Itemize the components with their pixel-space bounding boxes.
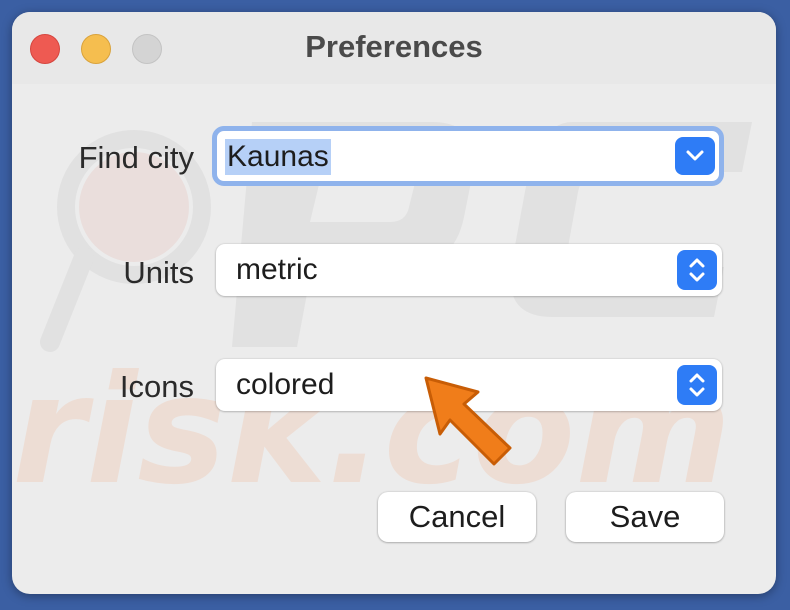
find-city-value[interactable]: Kaunas (225, 139, 331, 175)
units-popup-button[interactable]: metric (216, 244, 722, 296)
chevron-up-down-icon (689, 258, 705, 282)
chevron-up-down-icon (689, 373, 705, 397)
preferences-window: risk.com Preferences Find city Kaunas Un… (12, 12, 776, 594)
title-bar: Preferences (12, 12, 776, 84)
chevron-down-icon (686, 150, 704, 161)
find-city-dropdown-button[interactable] (675, 137, 715, 175)
icons-popup-button[interactable]: colored (216, 359, 722, 411)
window-title: Preferences (305, 29, 483, 64)
cancel-button[interactable]: Cancel (378, 492, 536, 542)
units-label: Units (123, 255, 194, 290)
icons-stepper[interactable] (677, 365, 717, 405)
save-button[interactable]: Save (566, 492, 724, 542)
units-stepper[interactable] (677, 250, 717, 290)
find-city-label: Find city (78, 140, 194, 175)
units-value: metric (236, 253, 318, 286)
icons-value: colored (236, 368, 335, 401)
icons-label: Icons (119, 369, 194, 404)
find-city-combobox[interactable]: Kaunas (212, 126, 724, 186)
